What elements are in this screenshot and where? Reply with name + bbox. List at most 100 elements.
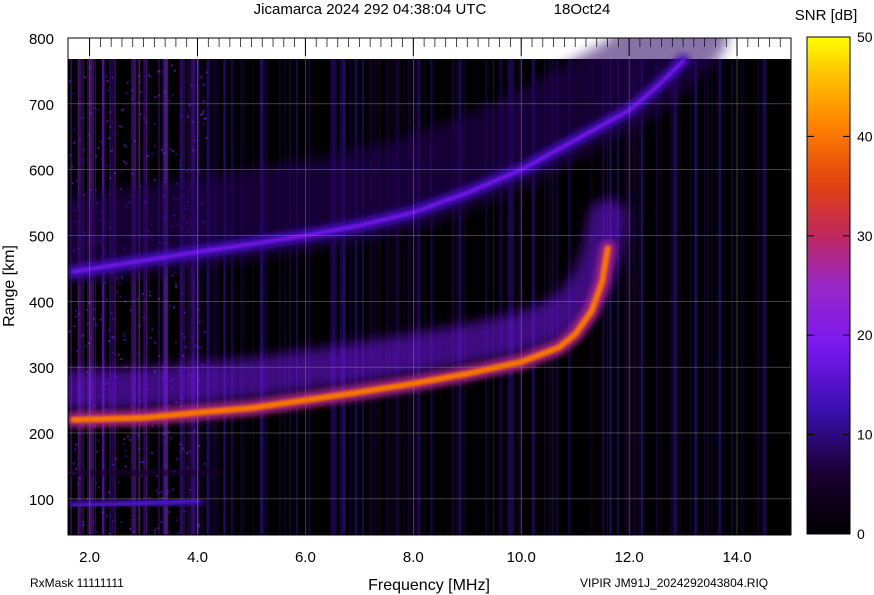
noise-speckle (145, 98, 148, 101)
noise-stripe (718, 59, 721, 535)
noise-speckle (154, 95, 157, 98)
noise-speckle (123, 338, 126, 341)
noise-speckle (109, 111, 112, 113)
noise-stripe (259, 59, 263, 535)
noise-stripe (230, 59, 234, 535)
noise-speckle (191, 337, 194, 340)
noise-speckle (131, 172, 134, 175)
noise-speckle (107, 137, 110, 140)
y-axis-label: Range [km] (1, 245, 18, 327)
noise-speckle (171, 94, 174, 97)
noise-speckle (120, 125, 123, 128)
noise-speckle (190, 84, 193, 87)
noise-speckle (166, 142, 169, 145)
noise-speckle (202, 112, 204, 115)
noise-stripe (641, 59, 644, 535)
noise-speckle (151, 152, 154, 155)
noise-speckle (169, 304, 172, 307)
noise-stripe (730, 59, 733, 535)
noise-speckle (202, 83, 205, 86)
noise-speckle (123, 143, 126, 146)
noise-stripe (633, 59, 636, 535)
noise-speckle (119, 295, 122, 298)
noise-speckle (94, 323, 97, 326)
noise-speckle (84, 76, 87, 79)
noise-speckle (113, 339, 116, 342)
noise-speckle (174, 271, 177, 274)
noise-speckle (204, 330, 207, 333)
noise-stripe (660, 59, 662, 535)
noise-speckle (183, 336, 186, 339)
noise-speckle (160, 520, 163, 523)
noise-stripe (415, 59, 418, 535)
noise-speckle (138, 324, 141, 327)
noise-speckle (118, 125, 121, 128)
noise-speckle (163, 152, 166, 155)
noise-speckle (170, 437, 173, 440)
noise-speckle (204, 117, 207, 120)
y-tick-label: 800 (29, 31, 54, 48)
noise-speckle (97, 108, 100, 111)
noise-stripe (264, 59, 268, 535)
noise-speckle (136, 298, 139, 301)
noise-speckle (126, 81, 129, 84)
noise-stripe (398, 59, 401, 535)
noise-stripe (308, 59, 311, 535)
noise-speckle (74, 310, 77, 313)
noise-speckle (131, 97, 134, 100)
noise-speckle (199, 345, 202, 348)
x-tick-label: 4.0 (187, 549, 208, 566)
noise-stripe (369, 59, 372, 535)
plot-area (67, 37, 792, 536)
noise-speckle (94, 189, 97, 192)
noise-stripe (636, 59, 638, 535)
noise-stripe (335, 59, 337, 535)
noise-speckle (171, 150, 174, 153)
noise-speckle (197, 523, 200, 526)
noise-stripe (677, 59, 679, 535)
x-tick-label: 14.0 (722, 549, 751, 566)
noise-speckle (123, 335, 126, 337)
y-axis-ticks: 100 200 300 400 500 600 700 800 (29, 31, 54, 509)
noise-stripe (216, 59, 219, 535)
noise-speckle (77, 312, 80, 315)
noise-speckle (146, 155, 149, 157)
noise-stripe (675, 59, 678, 535)
y-tick-label: 300 (29, 360, 54, 377)
noise-stripe (388, 59, 390, 535)
noise-speckle (124, 449, 127, 452)
x-tick-label: 10.0 (507, 549, 536, 566)
noise-speckle (74, 448, 77, 451)
noise-stripe (704, 59, 706, 535)
noise-speckle (69, 154, 72, 157)
noise-stripe (349, 59, 352, 535)
noise-speckle (96, 530, 99, 533)
noise-stripe (740, 59, 744, 535)
noise-speckle (105, 164, 108, 167)
noise-speckle (205, 137, 208, 140)
colorbar: SNR [dB] 0 10 20 30 40 50 (795, 7, 873, 542)
noise-speckle (133, 530, 135, 533)
noise-speckle (202, 100, 205, 103)
noise-speckle (174, 341, 177, 344)
noise-speckle (79, 138, 82, 141)
noise-speckle (173, 306, 176, 309)
colorbar-tick-label: 0 (857, 526, 865, 542)
noise-stripe (723, 59, 726, 535)
noise-speckle (124, 162, 127, 165)
noise-stripe (410, 59, 413, 535)
x-tick-label: 6.0 (295, 549, 316, 566)
noise-speckle (100, 141, 103, 144)
noise-speckle (82, 520, 84, 523)
noise-speckle (163, 177, 166, 180)
noise-speckle (175, 519, 178, 522)
noise-speckle (120, 109, 123, 112)
noise-speckle (167, 511, 170, 513)
noise-speckle (106, 514, 109, 517)
noise-speckle (205, 71, 208, 74)
noise-stripe (332, 59, 336, 535)
noise-stripe (757, 59, 759, 535)
noise-speckle (158, 70, 161, 73)
noise-stripe (420, 59, 423, 535)
noise-speckle (198, 321, 201, 324)
